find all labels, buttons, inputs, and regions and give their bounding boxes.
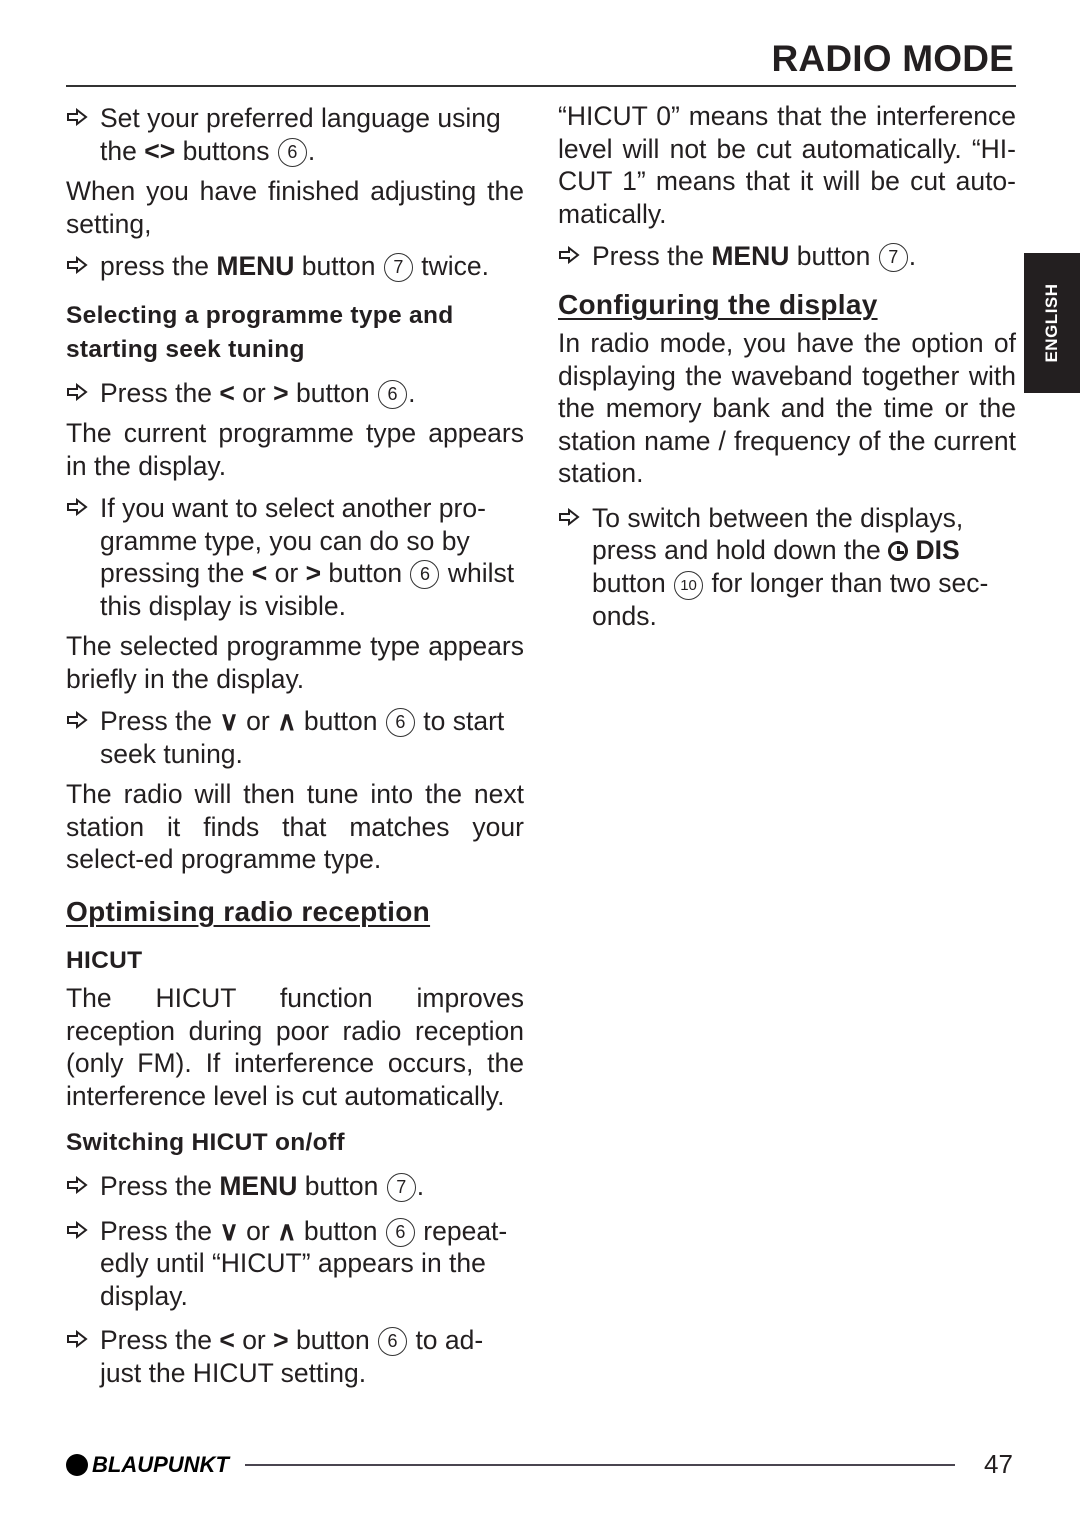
chevron-down-icon: ∨: [219, 1215, 239, 1246]
step-arrow-icon: [67, 1330, 88, 1348]
paragraph: The HICUT function improves reception du…: [66, 983, 524, 1111]
button-number-badge: 6: [378, 1327, 408, 1356]
step-arrow-icon: [67, 1176, 88, 1194]
step-arrow-icon: [67, 382, 88, 401]
paragraph: The selected programme type appears brie…: [66, 631, 524, 694]
paragraph: “HICUT 0” means that the interference le…: [558, 101, 1016, 229]
step-arrow-icon: [559, 246, 580, 264]
language-tab-label: ENGLISH: [1042, 283, 1061, 363]
logo-dot-icon: [66, 1454, 88, 1476]
step-select-another-type: If you want to select another pro-gramme…: [66, 492, 524, 622]
button-number-badge: 7: [383, 253, 413, 282]
section-heading-configuring: Configuring the display: [558, 288, 878, 320]
step-press-left-right: Press the < or > button 6.: [66, 377, 524, 410]
step-arrow-icon: [559, 507, 580, 526]
chevron-left-right-icon: <>: [144, 135, 176, 166]
step-press-menu: Press the MENU button 7.: [558, 240, 1016, 273]
button-number-badge: 7: [878, 243, 908, 272]
paragraph: In radio mode, you have the option of di…: [558, 328, 1016, 488]
step-arrow-icon: [67, 498, 88, 516]
step-arrow-icon: [67, 108, 88, 126]
step-arrow-icon: [67, 711, 88, 729]
step-set-language: Set your preferred language using the <>…: [66, 102, 524, 167]
chevron-up-icon: ∧: [277, 706, 297, 736]
right-column: “HICUT 0” means that the interference le…: [558, 100, 1016, 632]
paragraph: The current programme type appears in th…: [66, 418, 524, 481]
brand-name: BLAUPUNKT: [92, 1452, 229, 1477]
paragraph: The radio will then tune into the next s…: [66, 779, 524, 874]
chevron-right-icon: >: [305, 558, 322, 588]
step-start-seek: Press the ∨ or ∧ button 6 to start seek …: [66, 705, 524, 770]
left-column: Set your preferred language using the <>…: [66, 100, 524, 1389]
chevron-left-icon: <: [219, 377, 235, 408]
step-switch-displays: To switch between the displays, press an…: [558, 502, 1016, 633]
clock-icon: [888, 541, 909, 561]
step-adjust-hicut: Press the < or > button 6 to ad-just the…: [66, 1324, 524, 1389]
button-number-badge: 6: [410, 560, 440, 589]
button-number-badge: 7: [386, 1173, 416, 1202]
chevron-left-icon: <: [251, 558, 268, 588]
button-number-badge: 6: [378, 379, 408, 409]
button-number-badge: 6: [385, 1217, 415, 1247]
button-number-badge: 6: [277, 137, 307, 167]
chevron-left-icon: <: [219, 1325, 235, 1355]
button-number-badge: 10: [674, 570, 704, 600]
blaupunkt-logo: BLAUPUNKT: [66, 1452, 229, 1478]
chevron-right-icon: >: [273, 1325, 289, 1355]
page-number: 47: [984, 1449, 1013, 1479]
step-press-menu: Press the MENU button 7.: [66, 1170, 524, 1203]
step-arrow-icon: [67, 1220, 88, 1239]
step-arrow-icon: [67, 256, 88, 274]
page-title: RADIO MODE: [771, 38, 1014, 79]
subheading-hicut: HICUT: [66, 947, 143, 974]
header-rule: [66, 85, 1016, 87]
subheading-switching-hicut: Switching HICUT on/off: [66, 1129, 345, 1156]
button-number-badge: 6: [385, 708, 415, 737]
footer-rule: [245, 1464, 955, 1466]
paragraph: When you have finished adjusting the set…: [66, 176, 524, 239]
step-press-until-hicut: Press the ∨ or ∧ button 6 repeat-edly un…: [66, 1215, 524, 1313]
step-press-menu-twice: press the MENU button 7 twice.: [66, 250, 524, 283]
section-heading-optimising: Optimising radio reception: [66, 895, 431, 927]
subheading-programme-type: Selecting a programme type and starting …: [66, 301, 454, 363]
chevron-down-icon: ∨: [219, 706, 239, 736]
chevron-right-icon: >: [273, 377, 289, 408]
chevron-up-icon: ∧: [277, 1215, 297, 1246]
language-tab: ENGLISH: [1024, 253, 1080, 393]
